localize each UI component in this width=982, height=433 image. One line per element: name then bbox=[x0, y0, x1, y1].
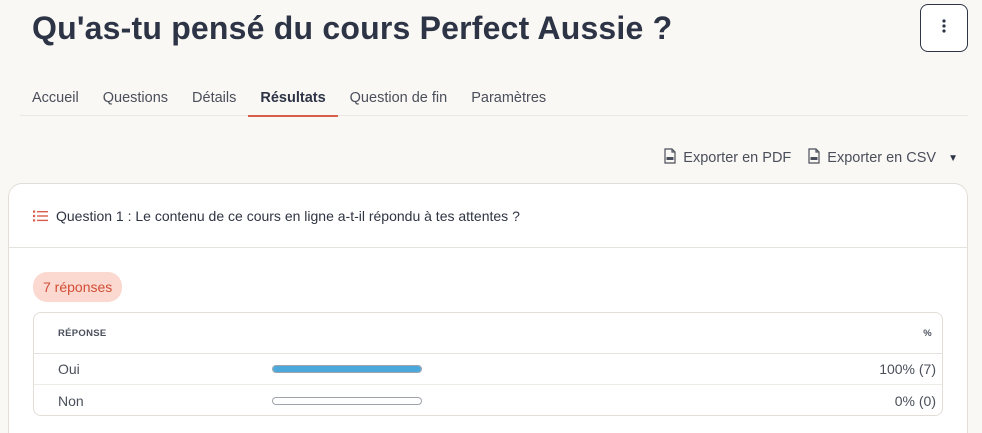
question-card: Question 1 : Le contenu de ce cours en l… bbox=[8, 183, 968, 433]
export-pdf-label: Exporter en PDF bbox=[683, 150, 792, 166]
tab-resultats[interactable]: Résultats bbox=[248, 82, 338, 117]
page-title: Qu'as-tu pensé du cours Perfect Aussie ? bbox=[32, 10, 673, 46]
responses-count-badge: 7 réponses bbox=[33, 272, 123, 302]
csv-file-icon bbox=[807, 148, 821, 168]
progress-bar-fill bbox=[273, 366, 421, 372]
answer-label: Oui bbox=[58, 361, 80, 377]
tab-questions[interactable]: Questions bbox=[91, 82, 180, 116]
table-header: RÉPONSE % bbox=[34, 313, 942, 354]
tab-bar: Accueil Questions Détails Résultats Ques… bbox=[20, 82, 968, 117]
table-row: Non 0% (0) bbox=[34, 385, 942, 415]
tab-parametres[interactable]: Paramètres bbox=[459, 82, 558, 116]
tab-question-de-fin[interactable]: Question de fin bbox=[338, 82, 460, 116]
column-header-response: RÉPONSE bbox=[58, 327, 107, 339]
tab-details[interactable]: Détails bbox=[180, 82, 248, 116]
answer-percent: 100% (7) bbox=[879, 361, 936, 377]
kebab-menu-icon bbox=[942, 18, 946, 38]
more-options-button[interactable] bbox=[920, 4, 968, 52]
question-header: Question 1 : Le contenu de ce cours en l… bbox=[9, 184, 967, 248]
progress-bar bbox=[272, 396, 422, 405]
list-icon bbox=[33, 210, 48, 222]
answer-label: Non bbox=[58, 392, 84, 409]
tab-accueil[interactable]: Accueil bbox=[20, 82, 91, 116]
export-toolbar: Exporter en PDF Exporter en CSV ▼ bbox=[663, 146, 958, 170]
export-csv-button[interactable]: Exporter en CSV ▼ bbox=[807, 146, 958, 170]
pdf-file-icon bbox=[663, 148, 677, 168]
chevron-down-icon[interactable]: ▼ bbox=[948, 153, 958, 164]
question-text: Question 1 : Le contenu de ce cours en l… bbox=[56, 207, 520, 224]
progress-bar bbox=[272, 365, 422, 373]
table-row: Oui 100% (7) bbox=[34, 354, 942, 385]
export-pdf-button[interactable]: Exporter en PDF bbox=[663, 146, 791, 170]
export-csv-label: Exporter en CSV bbox=[827, 150, 937, 166]
column-header-percent: % bbox=[923, 327, 932, 339]
results-table: RÉPONSE % Oui 100% (7) Non 0% (0) bbox=[33, 312, 943, 416]
answer-percent: 0% (0) bbox=[894, 392, 936, 409]
